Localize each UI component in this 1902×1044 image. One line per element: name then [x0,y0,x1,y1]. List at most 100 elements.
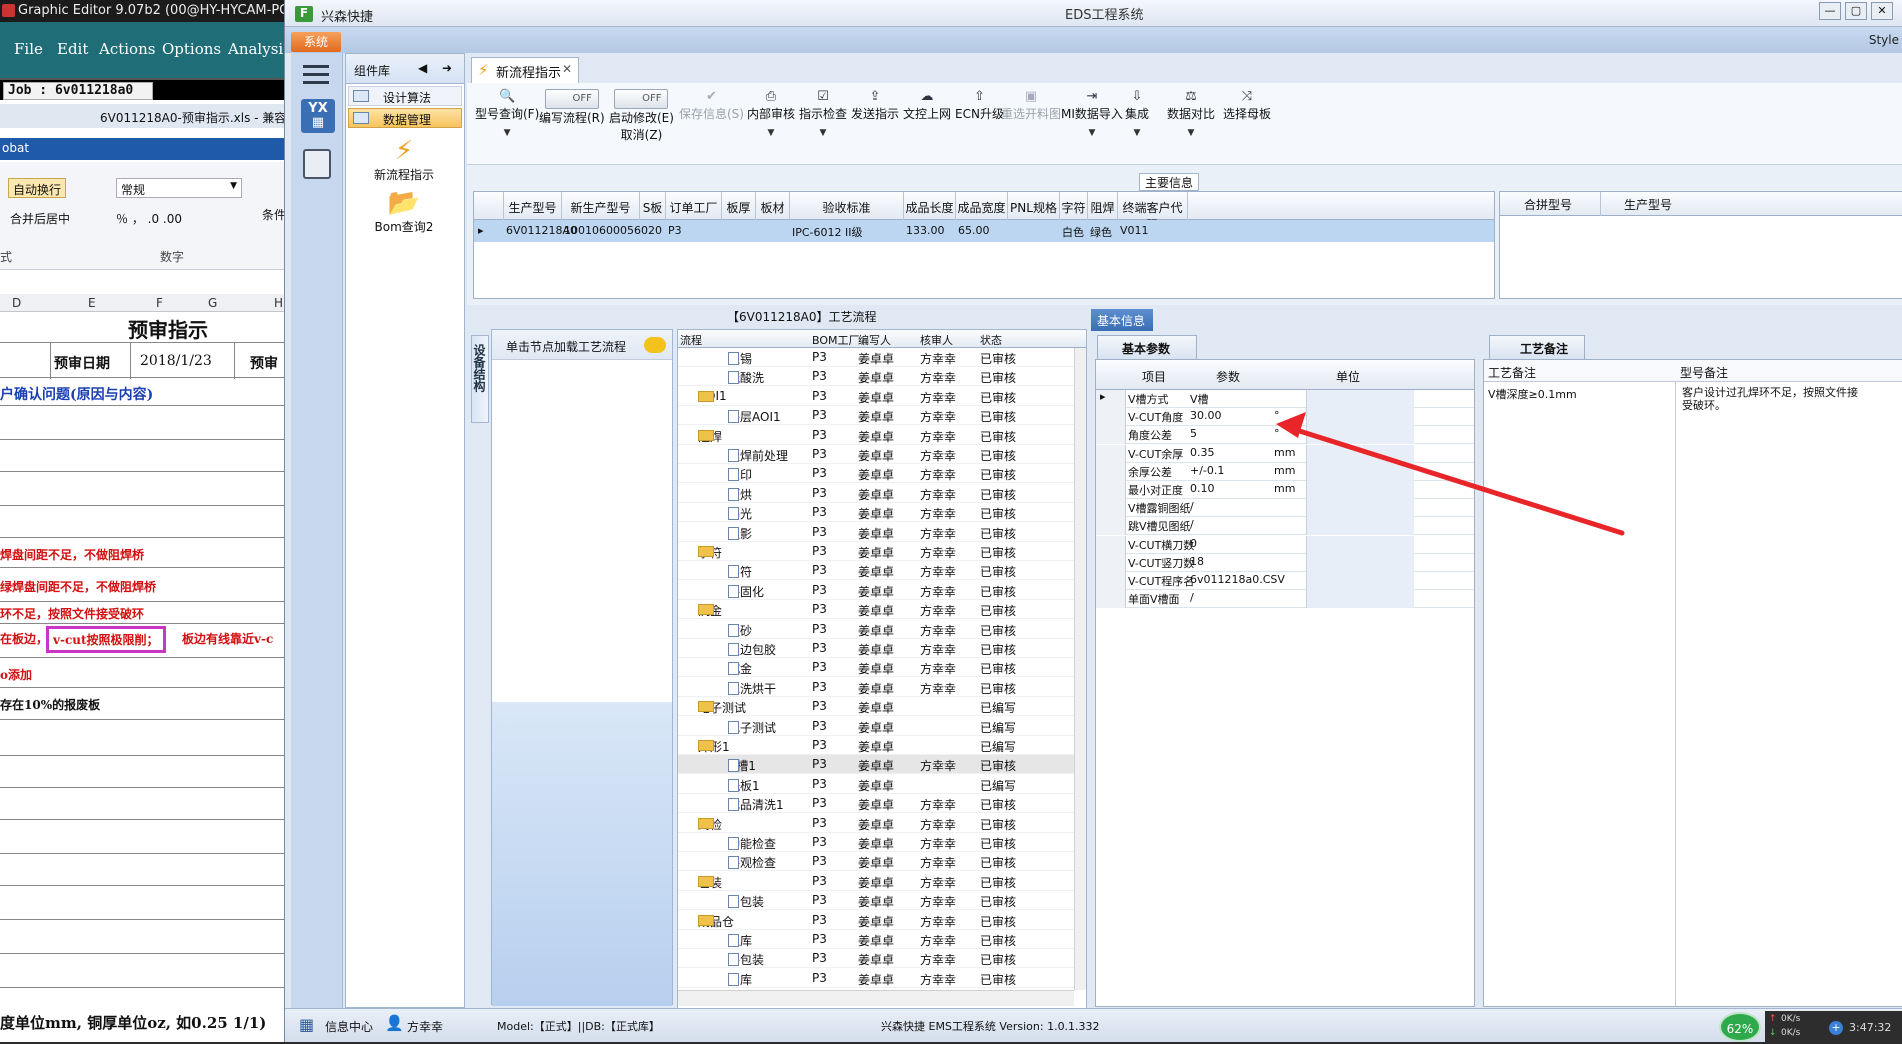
flow-node[interactable]: −字符 [698,544,722,561]
col-g[interactable]: G [208,296,217,310]
close-button[interactable]: ✕ [1871,2,1893,20]
speech-bubble-icon[interactable] [644,337,666,353]
flow-tree-row[interactable]: 内包装 P3 姜卓卓 方幸幸 已审核 [678,891,1074,911]
toolbar-button[interactable]: ⇪ 发送指示 [851,89,899,122]
col-h[interactable]: H [274,296,283,310]
col-param[interactable]: 参数 [1216,368,1240,385]
toolbar-button[interactable]: OFF 启动修改(E) 取消(Z) [609,89,674,143]
param-row[interactable]: V-CUT角度 30.00 ° [1096,408,1474,427]
grid-cell[interactable]: 10010600056020 [564,224,662,237]
row-selector[interactable] [1096,462,1126,481]
flow-tree-row[interactable]: 丝印 P3 姜卓卓 方幸幸 已审核 [678,464,1074,484]
param-value[interactable]: 30.00 [1190,409,1222,422]
conditional-format-label[interactable]: 条件 [262,206,286,223]
flow-node[interactable]: 终固化 [728,583,764,600]
toolbar-button[interactable]: ⤨ 选择母板 [1223,89,1271,122]
grid-cell[interactable]: IPC-6012 II级 [792,224,863,240]
grid-column-header[interactable]: 成品宽度 [956,192,1008,220]
flow-node[interactable]: 外包装 [728,951,764,968]
flow-tree-row[interactable]: 显影 P3 姜卓卓 方幸幸 已审核 [678,523,1074,542]
add-icon[interactable]: + [1829,1021,1843,1035]
grid-column-header[interactable]: 板材 [756,192,790,220]
flow-tree-row[interactable]: 沉金 P3 姜卓卓 方幸幸 已审核 [678,658,1074,678]
flow-node[interactable]: −沉金 [698,602,722,619]
col-production-model[interactable]: 生产型号 [1624,196,1672,213]
comp-item-data-management[interactable]: 数据管理 [348,108,462,128]
param-unit-cell[interactable] [1306,426,1414,445]
flow-tree-row[interactable]: 板边包胶 P3 姜卓卓 方幸幸 已审核 [678,639,1074,658]
flow-node[interactable]: −终检 [698,816,722,833]
col-unit[interactable]: 单位 [1336,368,1360,385]
flow-node[interactable]: 功能检查 [728,835,776,852]
row-selector[interactable] [1096,535,1126,554]
tab-new-flow-instruction[interactable]: ⚡ 新流程指示 ✕ [471,57,579,83]
toolbar-button[interactable]: ⇩ 集成 ▼ [1125,89,1149,138]
flow-node[interactable]: V槽1 [728,757,756,774]
row-selector[interactable] [1096,590,1126,609]
flow-node[interactable]: 丝印 [728,466,752,483]
param-value[interactable]: / [1190,518,1194,531]
toggle-switch[interactable]: OFF [544,89,599,109]
flow-node[interactable]: −成品仓 [698,913,734,930]
param-unit-cell[interactable] [1306,481,1414,499]
param-row[interactable]: 余厚公差 +/-0.1 mm [1096,462,1474,481]
grid-column-header[interactable]: 终端客户代码 [1118,192,1188,232]
bom-query-shortcut[interactable]: 📂 Bom查询2 [346,188,462,235]
toolbar-button[interactable]: ☁ 文控上网 [903,89,951,122]
flow-node[interactable]: 字符 [728,563,752,580]
flow-node[interactable]: −电子测试 [698,699,746,716]
param-row[interactable]: V-CUT余厚 0.35 mm [1096,444,1474,463]
param-row[interactable]: 单面V槽面 / [1096,590,1474,609]
flow-node[interactable]: 曝光 [728,505,752,522]
flow-node[interactable]: 沉金 [728,660,752,677]
flow-node[interactable]: 成品清洗1 [728,796,784,813]
grid-column-header[interactable]: 阻焊 [1088,192,1118,220]
spreadsheet[interactable]: 预审指示 预审日期 2018/1/23 预审 户确认问题(原因与内容) 焊盘间距… [0,312,290,1042]
chevron-down-icon[interactable]: ▼ [475,128,539,138]
flow-tree-row[interactable]: 喷砂 P3 姜卓卓 方幸幸 已审核 [678,620,1074,639]
basic-params-grid[interactable]: 项目 参数 单位 ▸ V槽方式 V槽 V-CUT角度 30.00 ° 角度公差 5 ° V-CUT… [1095,359,1475,1007]
new-flow-instruction-shortcut[interactable]: ⚡ 新流程指示 [346,136,462,183]
style-menu[interactable]: Style [1869,33,1899,47]
flow-column-header[interactable]: BOM工厂 [812,332,860,348]
toggle-switch[interactable]: OFF [614,89,669,109]
grid-column-header[interactable]: PNL规格 [1008,192,1060,220]
row-selector[interactable]: ▸ [1096,390,1126,408]
merge-model-grid[interactable]: 合拼型号 生产型号 [1499,191,1902,299]
param-unit-cell[interactable] [1306,535,1414,554]
params-grid-body[interactable]: ▸ V槽方式 V槽 V-CUT角度 30.00 ° 角度公差 5 ° V-CUT余厚 0.35 mm 余… [1096,390,1474,1006]
flow-node[interactable]: −阻焊 [698,428,722,445]
menu-options[interactable]: Options [162,40,221,58]
toolbar-button[interactable]: ▣ 重选开料图 [1001,89,1061,122]
process-flow-tree[interactable]: 流程 BOM工厂 编写人 核审人 状态 退锡 P3 姜卓卓 方幸幸 已审核 硫酸洗 P3 姜卓卓 方幸幸… [677,329,1087,1009]
flow-tree-row[interactable]: −电子测试 P3 姜卓卓 已编写 [678,697,1074,717]
model-note-field[interactable]: 客户设计过孔焊环不足，按照文件接受破环。 [1678,382,1902,1006]
system-menu-button[interactable]: 系统 [291,32,341,52]
flow-tree-row[interactable]: 外包装 P3 姜卓卓 方幸幸 已审核 [678,949,1074,969]
number-format-select[interactable]: 常规 ▼ [116,178,242,198]
flow-tree-row[interactable]: 成品清洗1 P3 姜卓卓 方幸幸 已审核 [678,794,1074,814]
grid-column-header[interactable]: 新生产型号 [562,192,640,220]
param-value[interactable]: 5 [1190,427,1197,440]
basic-info-tab[interactable]: 基本信息 [1091,309,1153,331]
flow-tree-vertical-scrollbar[interactable] [1074,348,1086,990]
param-row[interactable]: V-CUT横刀数 0 [1096,535,1474,554]
flow-node[interactable]: 外观检查 [728,854,776,871]
flow-tree-row[interactable]: 出库 P3 姜卓卓 方幸幸 已审核 [678,969,1074,988]
param-row[interactable]: V-CUT竖刀数 18 [1096,553,1474,572]
flow-node[interactable]: 入库 [728,932,752,949]
param-value[interactable]: 18 [1190,555,1204,568]
row-selector[interactable] [1096,572,1126,590]
flow-tree-row[interactable]: −成品仓 P3 姜卓卓 方幸幸 已审核 [678,911,1074,930]
flow-tree-horizontal-scrollbar[interactable] [678,990,1074,1006]
flow-tree-row[interactable]: 外观检查 P3 姜卓卓 方幸幸 已审核 [678,852,1074,872]
flow-tree-body[interactable]: 退锡P3姜卓卓方幸幸已审核硫酸洗P3姜卓卓方幸幸已审核−AOI1P3姜卓卓方幸幸… [678,348,1074,990]
flow-node[interactable]: 阻焊前处理 [728,447,788,464]
basic-params-tab[interactable]: 基本参数 [1097,335,1197,359]
row-selector[interactable] [1096,408,1126,427]
grid-column-header[interactable]: 成品长度 [904,192,956,220]
flow-tree-row[interactable]: 阻焊前处理 P3 姜卓卓 方幸幸 已审核 [678,445,1074,464]
grid-column-header[interactable]: 板厚 [722,192,756,220]
grid-cell[interactable]: 65.00 [958,224,990,237]
flow-tree-row[interactable]: 终固化 P3 姜卓卓 方幸幸 已审核 [678,581,1074,600]
